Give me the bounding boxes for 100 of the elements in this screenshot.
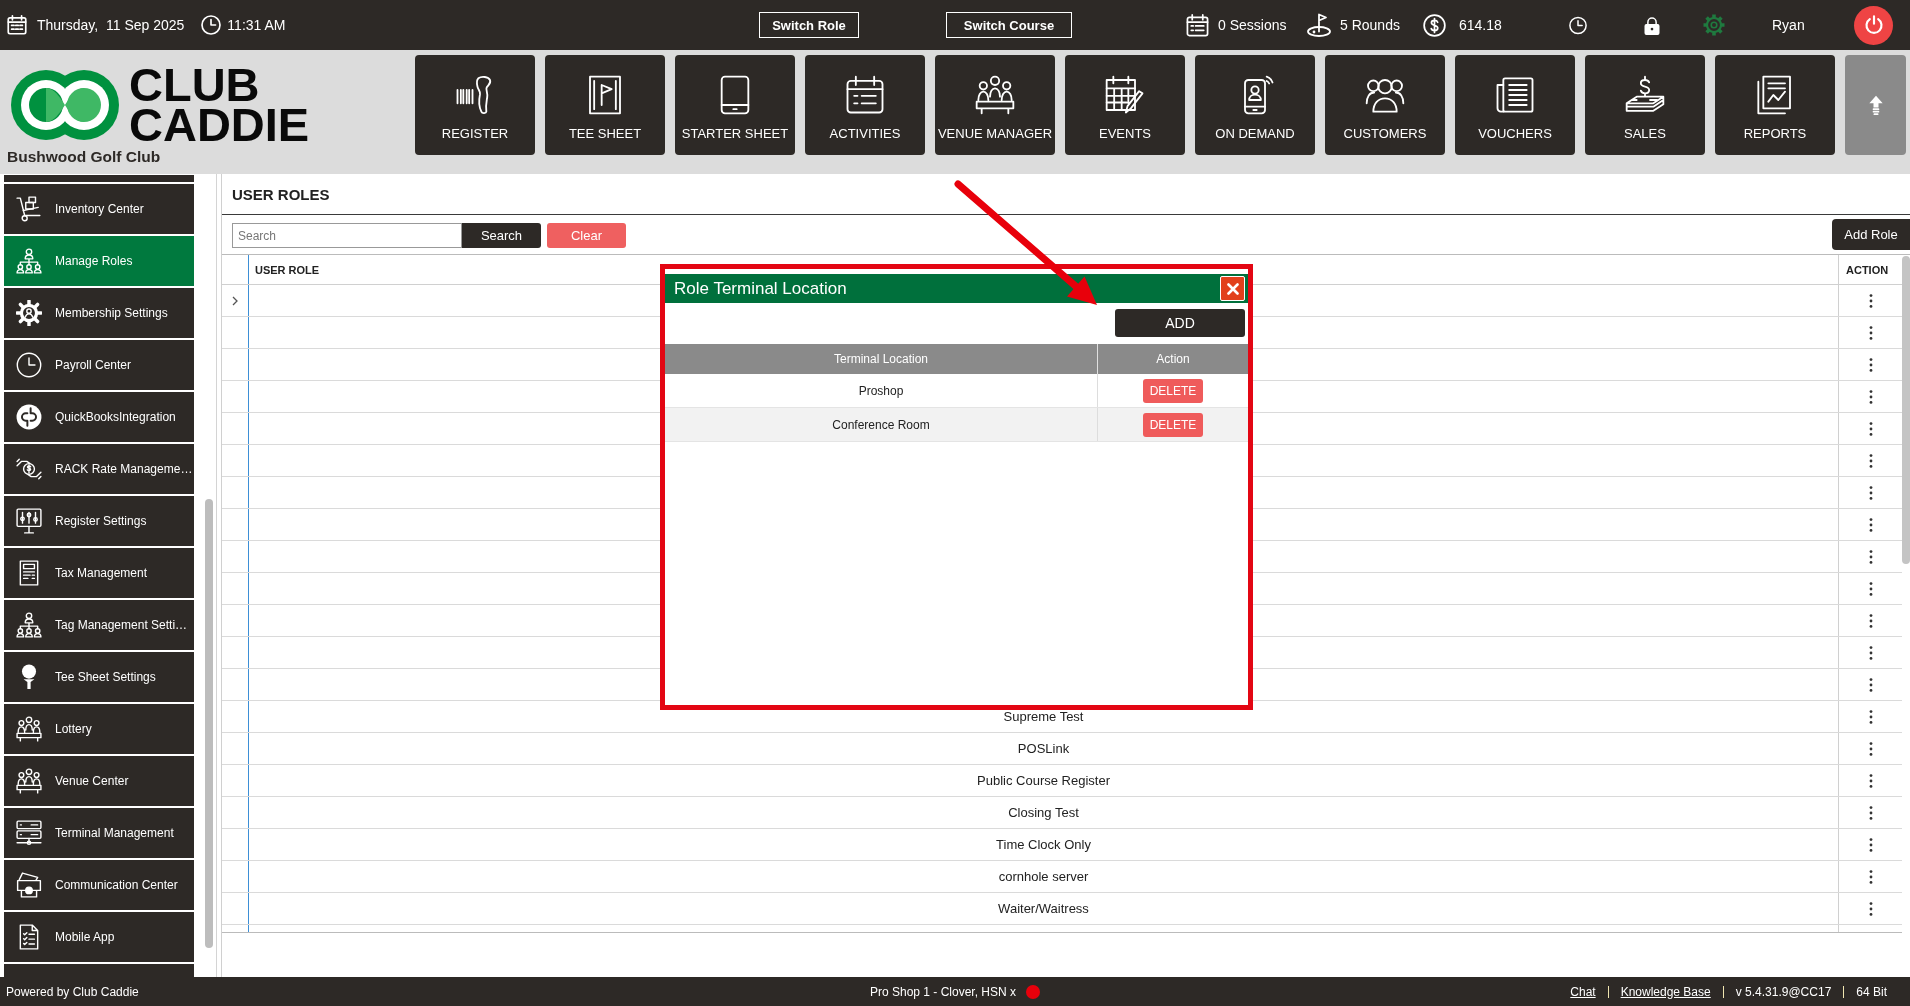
date-text: Thursday, 11 Sep 2025 [37,17,185,33]
more-options-icon[interactable] [1868,837,1873,852]
dollar-icon [1423,13,1446,37]
power-button[interactable] [1854,5,1893,45]
more-options-icon[interactable] [1868,869,1873,884]
more-options-icon[interactable] [1868,357,1873,372]
meeting-table-icon [16,716,42,742]
footer-link[interactable]: Chat [1570,984,1596,999]
table-cell: Proshop [858,383,904,398]
golf-flag-icon [1306,13,1332,37]
scrollbar[interactable] [1902,256,1910,564]
column-header: Action [1156,352,1190,366]
nav-button[interactable]: REGISTER [415,55,535,155]
more-options-icon[interactable] [1868,549,1873,564]
table-cell: Time Clock Only [996,837,1091,852]
more-options-icon[interactable] [1868,485,1873,500]
sidebar-item[interactable]: Tax Management [4,548,194,598]
rounds-count: 5 Rounds [1340,17,1400,33]
sidebar-item[interactable]: Lottery [4,704,194,754]
calendar-list-icon [1186,13,1209,37]
user-name[interactable]: Ryan [1772,17,1805,33]
sidebar-item[interactable]: QuickBooksIntegration [4,392,194,442]
club-name: Bushwood Golf Club [7,148,161,166]
monitor-sliders-icon [16,508,42,534]
terminal-status-text: Pro Shop 1 - Clover, HSN x [869,984,1017,999]
search-button[interactable]: Search [462,223,541,248]
sidebar-item[interactable]: Membership Settings [4,288,194,338]
column-header: Terminal Location [833,352,929,366]
more-options-icon[interactable] [1868,645,1873,660]
sidebar-item[interactable]: Communication Center [4,860,194,910]
powered-by-text: Powered by Club Caddie [5,984,139,999]
more-options-icon[interactable] [1868,325,1873,340]
more-options-icon[interactable] [1868,773,1873,788]
more-options-icon[interactable] [1868,613,1873,628]
org-chart-icon [16,612,42,638]
sidebar-item[interactable]: Mobile App [4,912,194,962]
sidebar-item[interactable]: Venue Center [4,756,194,806]
footer-link[interactable]: Knowledge Base [1620,984,1711,999]
more-options-icon[interactable] [1868,901,1873,916]
table-cell: Supreme Test [1003,709,1084,724]
more-options-icon[interactable] [1868,581,1873,596]
meeting-table-icon [16,768,42,794]
nav-button[interactable]: ON DEMAND [1195,55,1315,155]
nav-button[interactable]: REPORTS [1715,55,1835,155]
column-header: ACTION [1846,263,1889,276]
money-stack-icon [1625,75,1665,115]
add-button[interactable]: ADD [1115,309,1245,337]
sidebar-item[interactable]: RACK Rate Manageme… [4,444,194,494]
server-icon [16,820,42,846]
logo-icon [10,69,120,141]
document-icon [1495,75,1535,115]
add-role-button[interactable]: Add Role [1832,219,1910,250]
sidebar-item[interactable]: Tag Management Setti… [4,600,194,650]
sidebar-item[interactable]: Inventory Center [4,184,194,234]
gear-user-icon [16,300,42,326]
more-options-icon[interactable] [1868,453,1873,468]
lock-icon[interactable] [1643,15,1661,35]
sidebar-item[interactable]: Tee Sheet Settings [4,652,194,702]
sidebar-item[interactable]: Register Settings [4,496,194,546]
more-options-icon[interactable] [1868,677,1873,692]
settings-icon[interactable] [1702,13,1726,37]
card-dollar-icon [16,872,42,898]
nav-button[interactable]: CUSTOMERS [1325,55,1445,155]
nav-button[interactable]: TEE SHEET [545,55,665,155]
switch-role-button[interactable]: Switch Role [759,12,859,38]
nav-button[interactable]: VENUE MANAGER [935,55,1055,155]
status-dot-icon [1026,984,1041,999]
expand-chevron-icon[interactable] [232,295,238,306]
dialog-title: Role Terminal Location [674,278,847,299]
table-cell: POSLink [1017,741,1070,756]
sidebar-item[interactable]: Terminal Management [4,808,194,858]
time-text: 11:31 AM [227,17,286,33]
table-cell: cornhole server [998,869,1089,884]
close-icon [1226,282,1239,295]
scrollbar[interactable] [205,499,213,948]
more-options-icon[interactable] [1868,293,1873,308]
sidebar-item[interactable]: Payroll Center [4,340,194,390]
table-cell: Public Course Register [977,773,1110,788]
nav-button[interactable]: ACTIVITIES [805,55,925,155]
close-button[interactable] [1220,276,1245,301]
calendar-pencil-icon [1105,75,1145,115]
nav-button[interactable]: VOUCHERS [1455,55,1575,155]
nav-button[interactable]: EVENTS [1065,55,1185,155]
search-field[interactable]: Search [232,223,462,248]
sidebar-item[interactable]: Manage Roles [4,236,194,286]
logo-text: CLUB CADDIE [129,65,310,145]
more-options-icon[interactable] [1868,517,1873,532]
more-options-icon[interactable] [1868,389,1873,404]
more-options-icon[interactable] [1868,709,1873,724]
column-header: USER ROLE [255,263,320,276]
round-logo-icon [16,404,42,430]
more-options-icon[interactable] [1868,741,1873,756]
clock-icon[interactable] [1569,15,1587,35]
switch-course-button[interactable]: Switch Course [946,12,1072,38]
table-cell: Conference Room [832,417,930,432]
more-options-icon[interactable] [1868,805,1873,820]
balance-amount: 614.18 [1459,17,1502,33]
nav-button[interactable]: SALES [1585,55,1705,155]
more-options-icon[interactable] [1868,421,1873,436]
nav-button[interactable]: STARTER SHEET [675,55,795,155]
